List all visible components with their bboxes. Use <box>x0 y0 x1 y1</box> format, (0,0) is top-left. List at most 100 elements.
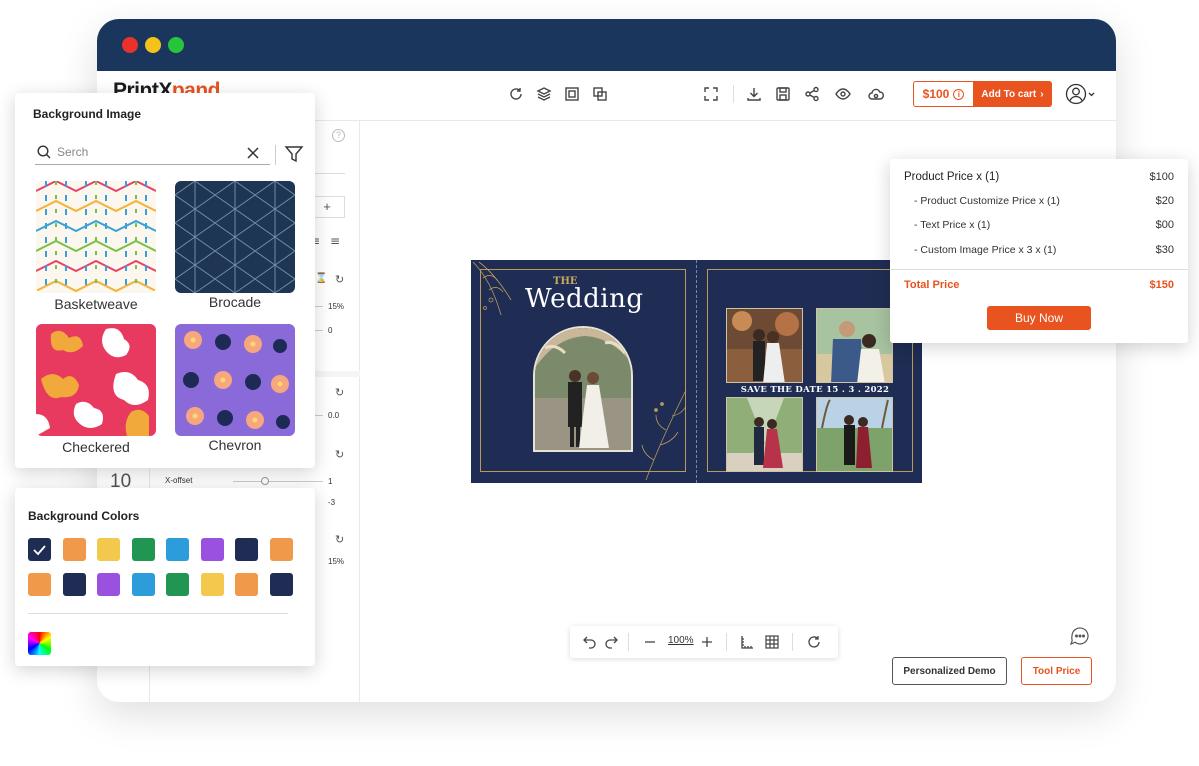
price-item-label: - Product Customize Price x (1) <box>914 195 1060 207</box>
filter-icon[interactable] <box>284 144 304 169</box>
divider <box>726 633 727 651</box>
color-swatch[interactable] <box>269 573 293 596</box>
undo-icon[interactable] <box>582 634 598 650</box>
tool-price-button[interactable]: Tool Price <box>1021 657 1092 685</box>
color-swatch[interactable] <box>28 573 51 596</box>
slider-thumb[interactable] <box>261 477 269 485</box>
download-icon[interactable] <box>745 85 763 103</box>
color-swatch[interactable] <box>28 538 51 561</box>
wedding-title[interactable]: Wedding <box>525 284 643 314</box>
title-bar <box>97 19 1116 71</box>
clear-search-icon[interactable] <box>246 146 260 165</box>
color-swatch[interactable] <box>62 538 86 561</box>
price-display-button[interactable]: $100 i <box>913 81 974 107</box>
opacity-value: 15% <box>328 302 345 311</box>
photo-slot-1[interactable] <box>726 308 803 383</box>
background-image-panel: Background Image Serch Basketweave Broca… <box>15 93 315 468</box>
basketweave-pattern <box>36 181 156 293</box>
search-input[interactable]: Serch <box>35 141 270 165</box>
zoom-level[interactable]: 100% <box>668 635 694 646</box>
price-item-value: $30 <box>1155 244 1174 256</box>
x-offset-slider[interactable] <box>233 481 323 482</box>
color-swatch[interactable] <box>62 573 86 596</box>
reset-icon[interactable]: ↻ <box>335 533 344 546</box>
refresh-icon[interactable] <box>507 85 525 103</box>
layers-icon[interactable] <box>535 85 553 103</box>
pattern-basketweave[interactable] <box>36 181 156 293</box>
shadow-value: 15% <box>328 557 345 566</box>
price-item-label: - Text Price x (1) <box>914 219 991 231</box>
color-swatch[interactable] <box>166 573 189 596</box>
reset-icon[interactable]: ↻ <box>335 273 344 286</box>
color-swatch[interactable] <box>235 573 258 596</box>
color-swatch[interactable] <box>131 538 155 561</box>
reset-zoom-icon[interactable] <box>806 634 822 650</box>
personalized-demo-button[interactable]: Personalized Demo <box>892 657 1007 685</box>
color-swatch[interactable] <box>97 573 120 596</box>
save-the-date-text[interactable]: SAVE THE DATE 15 . 3 . 2022 <box>707 385 923 395</box>
search-placeholder: Serch <box>57 145 89 159</box>
couple-photo-arch[interactable] <box>533 326 633 452</box>
pattern-label: Basketweave <box>54 296 138 312</box>
zoom-out-icon[interactable] <box>642 634 658 650</box>
reset-icon[interactable]: ↻ <box>335 386 344 399</box>
pattern-checkered[interactable] <box>36 324 156 436</box>
photo-slot-2[interactable] <box>816 308 893 383</box>
photo-slot-3[interactable] <box>726 397 803 472</box>
close-window-button[interactable] <box>122 37 138 53</box>
add-to-cart-button[interactable]: Add To cart › <box>973 81 1052 107</box>
couple-photo <box>817 309 892 382</box>
buy-now-label: Buy Now <box>1014 311 1064 325</box>
ruler-icon[interactable] <box>739 634 755 650</box>
price-value: $100 <box>922 87 950 101</box>
pattern-brocade[interactable] <box>175 181 295 293</box>
cloud-icon[interactable] <box>867 85 885 103</box>
pattern-label: Checkered <box>62 439 130 455</box>
user-icon <box>1065 83 1095 105</box>
product-price-value: $100 <box>1149 171 1174 183</box>
color-swatch[interactable] <box>200 538 224 561</box>
color-swatch[interactable] <box>166 538 189 561</box>
checkered-pattern <box>36 324 156 436</box>
buy-now-button[interactable]: Buy Now <box>987 306 1091 330</box>
minimize-window-button[interactable] <box>145 37 161 53</box>
duplicate-icon[interactable] <box>591 85 609 103</box>
share-icon[interactable] <box>803 85 821 103</box>
maximize-window-button[interactable] <box>168 37 184 53</box>
fullscreen-icon[interactable] <box>702 85 720 103</box>
save-icon[interactable] <box>774 85 792 103</box>
couple-photo <box>817 398 892 471</box>
rotation-value: 0 <box>328 326 333 335</box>
pattern-label: Brocade <box>208 294 262 310</box>
grid-icon[interactable] <box>764 634 780 650</box>
price-item-label: - Custom Image Price x 3 x (1) <box>914 244 1057 256</box>
color-swatch[interactable] <box>200 573 224 596</box>
color-swatch[interactable] <box>235 538 258 561</box>
align-left-icon[interactable]: ≡ <box>330 234 340 248</box>
reset-icon[interactable]: ↻ <box>335 448 344 461</box>
wedding-design[interactable]: THE Wedding SAVE THE DATE 15 . 3 . 2022 <box>471 260 922 483</box>
color-swatch[interactable] <box>131 573 155 596</box>
custom-color-picker-icon[interactable] <box>28 632 51 655</box>
couple-photo <box>727 309 802 382</box>
color-swatch[interactable] <box>97 538 120 561</box>
panel-title: Background Colors <box>28 509 140 523</box>
chevron-right-icon: › <box>1040 88 1044 100</box>
chat-icon[interactable] <box>1068 624 1092 648</box>
pattern-chevron[interactable] <box>175 324 295 436</box>
preview-icon[interactable] <box>834 85 852 103</box>
frame-icon[interactable] <box>563 85 581 103</box>
help-icon[interactable]: ? <box>332 129 345 142</box>
divider <box>890 269 1188 270</box>
photo-slot-4[interactable] <box>816 397 893 472</box>
divider <box>628 633 629 651</box>
increment-button[interactable]: + <box>310 196 345 218</box>
zoom-in-icon[interactable] <box>699 634 715 650</box>
divider <box>28 613 288 614</box>
price-item-value: $00 <box>1155 219 1174 231</box>
user-menu-button[interactable] <box>1065 83 1101 105</box>
hourglass-icon[interactable]: ⌛ <box>315 273 327 284</box>
blur-value: 0.0 <box>328 411 340 420</box>
color-swatch[interactable] <box>269 538 293 561</box>
redo-icon[interactable] <box>603 634 619 650</box>
